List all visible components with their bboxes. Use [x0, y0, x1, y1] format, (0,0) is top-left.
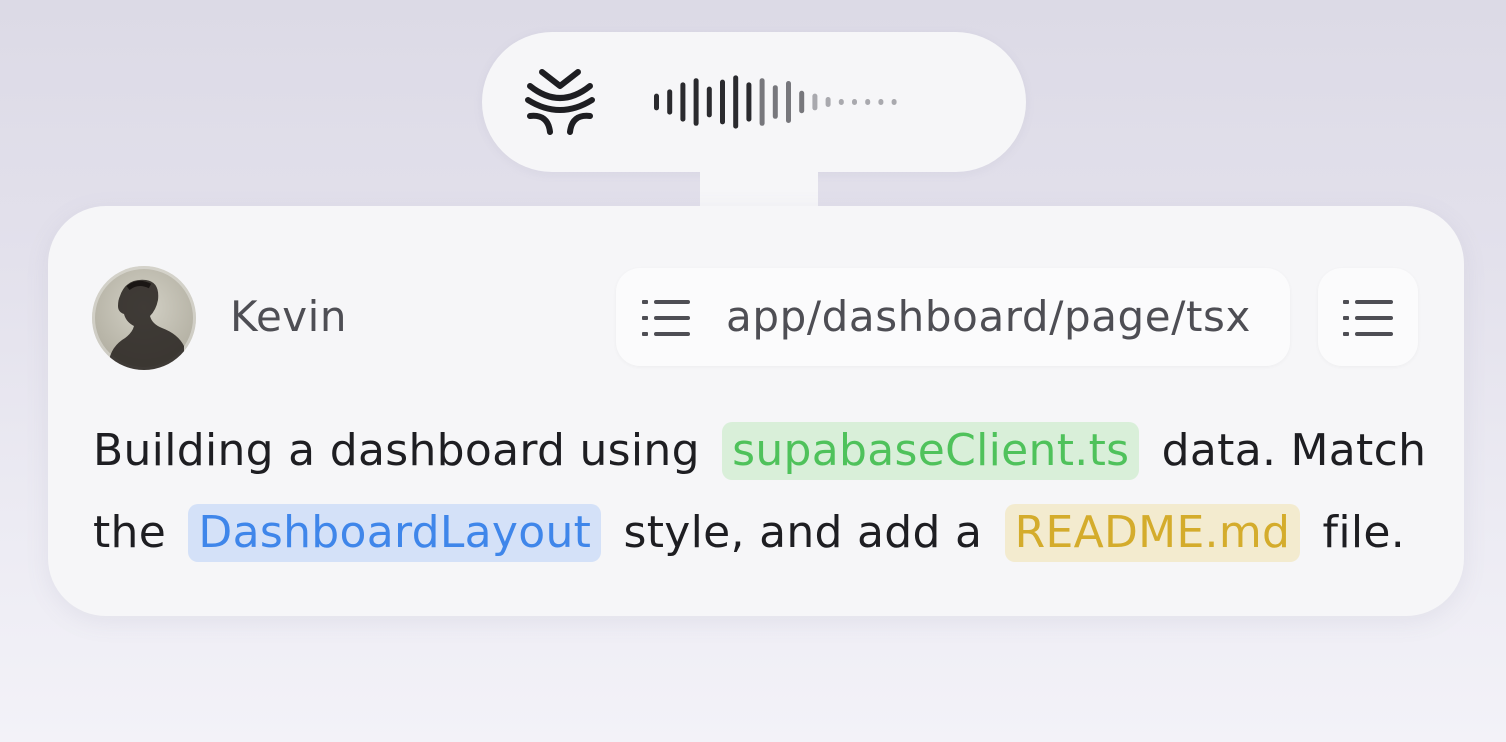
- user-avatar: [92, 266, 196, 370]
- file-tag-supabase-client[interactable]: supabaseClient.ts: [722, 422, 1140, 480]
- prompt-message: Building a dashboard using supabaseClien…: [93, 410, 1433, 574]
- menu-button[interactable]: [1318, 268, 1418, 366]
- waveform-bar: [654, 93, 659, 111]
- waveform-bar: [706, 86, 712, 118]
- waveform-bar: [838, 99, 844, 105]
- waveform-bar: [786, 81, 791, 123]
- waveform-bar: [799, 90, 805, 114]
- waveform-bar: [759, 78, 765, 126]
- waveform-bar: [865, 99, 871, 105]
- brand-logo-icon: [525, 69, 595, 135]
- list-icon: [1343, 300, 1393, 336]
- waveform-bar: [746, 82, 752, 122]
- waveform-bar: [680, 82, 686, 122]
- waveform-bar: [772, 85, 778, 119]
- audio-waveform-icon: [654, 75, 897, 129]
- waveform-bar: [891, 99, 897, 105]
- file-path-label: app/dashboard/page/tsx: [726, 292, 1251, 341]
- waveform-bar: [667, 89, 673, 115]
- component-tag-dashboard-layout[interactable]: DashboardLayout: [188, 504, 602, 562]
- waveform-bar: [733, 75, 739, 129]
- waveform-bar: [693, 78, 699, 126]
- author-name: Kevin: [230, 292, 347, 341]
- list-icon: [642, 300, 690, 336]
- prompt-text-segment: file.: [1322, 507, 1406, 558]
- waveform-bar: [720, 79, 725, 125]
- prompt-text-segment: style, and add a: [623, 507, 983, 558]
- waveform-bar: [878, 99, 884, 105]
- waveform-bar: [852, 99, 857, 105]
- file-path-chip[interactable]: app/dashboard/page/tsx: [616, 268, 1290, 366]
- waveform-bar: [825, 96, 831, 108]
- waveform-bar: [812, 93, 818, 111]
- prompt-text-segment: Building a dashboard using: [93, 425, 700, 476]
- file-tag-readme[interactable]: README.md: [1004, 504, 1301, 562]
